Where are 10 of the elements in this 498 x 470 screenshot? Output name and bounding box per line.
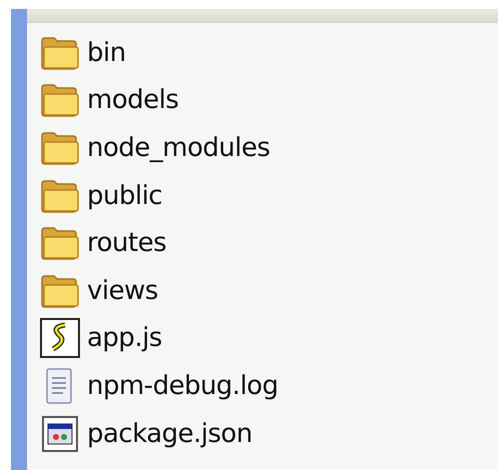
- file-name[interactable]: models: [87, 85, 179, 116]
- file-name[interactable]: node_modules: [87, 132, 270, 163]
- file-name[interactable]: package.json: [87, 418, 252, 449]
- script-file-icon: [39, 317, 81, 360]
- file-name[interactable]: public: [87, 180, 162, 211]
- file-name[interactable]: bin: [87, 38, 126, 68]
- file-name[interactable]: views: [87, 276, 158, 306]
- file-name[interactable]: npm-debug.log: [87, 370, 278, 401]
- file-name[interactable]: app.js: [87, 323, 162, 354]
- file-name[interactable]: routes: [87, 228, 166, 258]
